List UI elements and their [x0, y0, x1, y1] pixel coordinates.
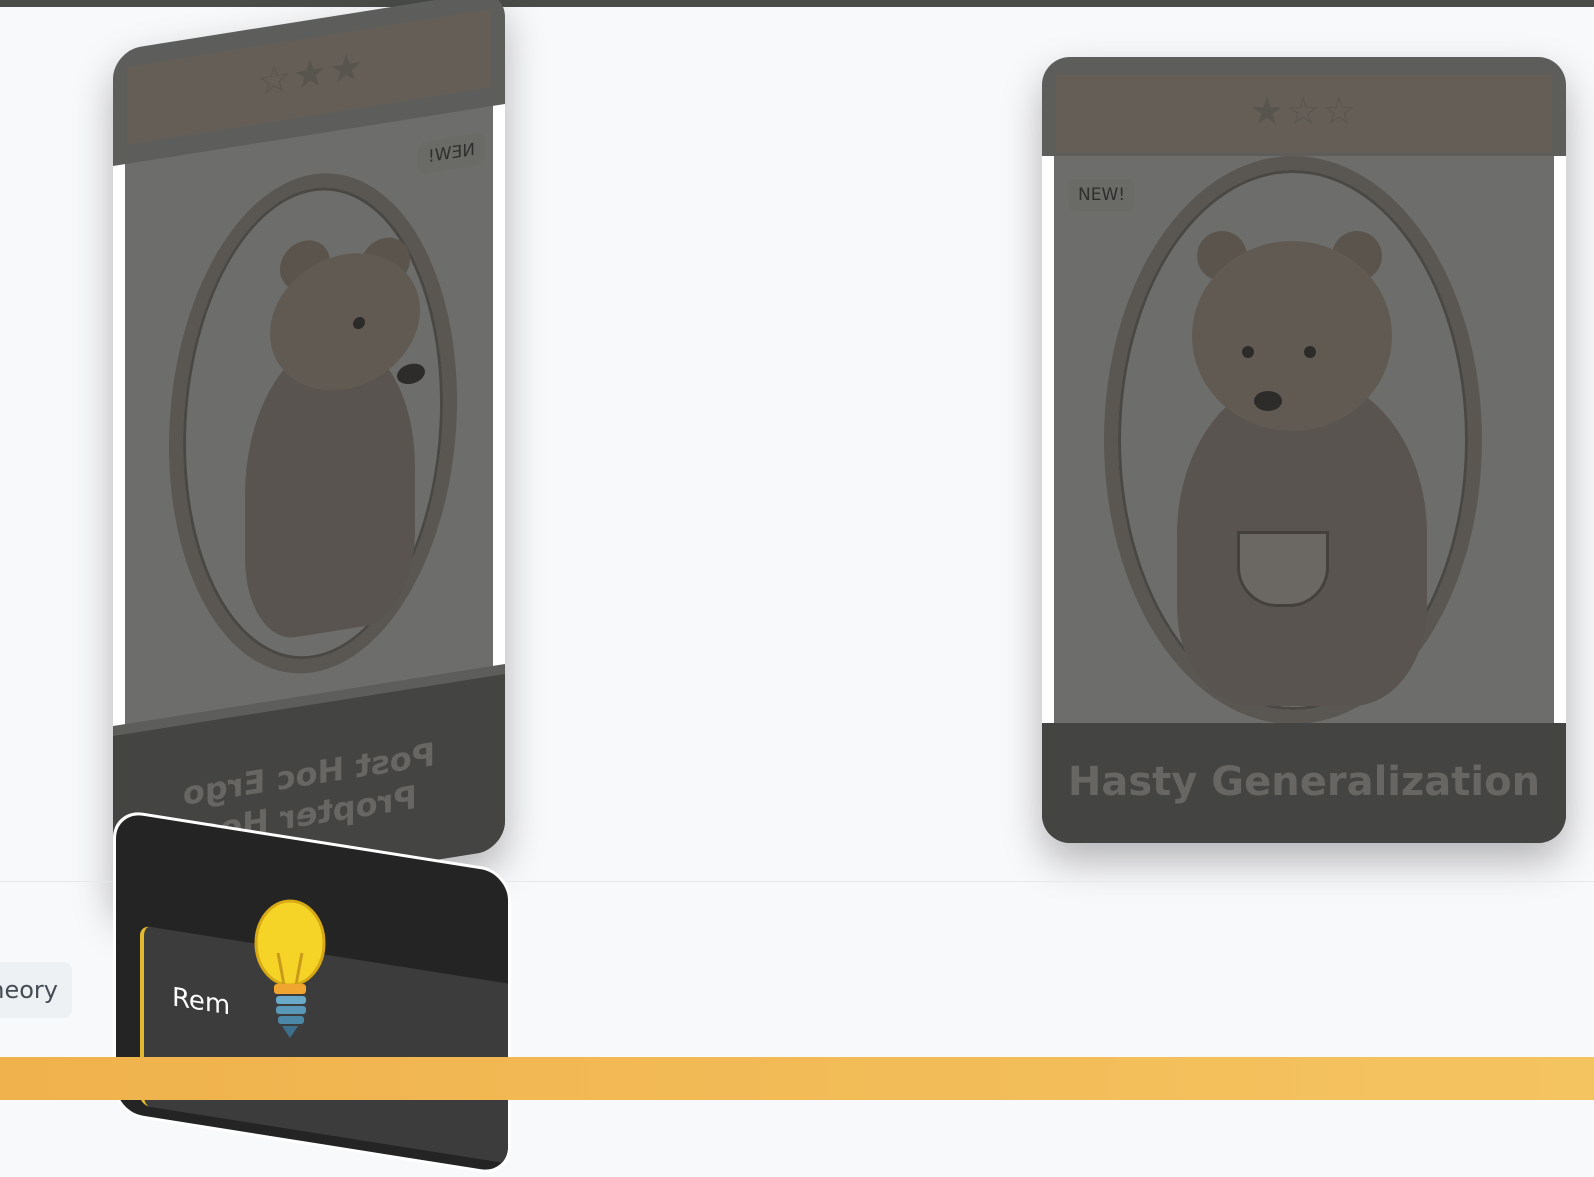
card-illustration — [1042, 156, 1566, 724]
top-bar — [0, 0, 1594, 7]
bear-head — [1192, 241, 1392, 431]
bear-eye — [1304, 346, 1316, 358]
fallacy-card-hasty-generalization[interactable]: ★☆☆ NEW! Hasty Generalization — [1042, 57, 1566, 843]
tip-text: Rem — [172, 982, 231, 1022]
card-edge — [493, 103, 505, 666]
card-footer: Hasty Generalization — [1042, 723, 1566, 843]
card-edge — [1042, 156, 1054, 724]
star-rating-icon: ★★☆ — [254, 43, 364, 105]
card-illustration — [113, 103, 505, 727]
lightbulb-icon — [254, 899, 326, 1038]
card-title: Hasty Generalization — [1067, 759, 1541, 805]
card-edge — [1554, 156, 1566, 724]
star-rating-icon: ★☆☆ — [1249, 89, 1359, 133]
new-badge: NEW! — [1068, 179, 1136, 211]
bottom-accent-bar — [0, 1057, 1594, 1100]
card-header: ★☆☆ — [1056, 75, 1552, 153]
category-chip[interactable]: heory — [0, 962, 72, 1018]
teacup — [1237, 531, 1329, 607]
bear-nose — [1254, 391, 1282, 411]
bear-eye — [1242, 346, 1254, 358]
fallacy-card-post-hoc[interactable]: ★★☆ NEW! Post Hoc Ergo Propter Hoc — [113, 0, 505, 912]
card-edge — [113, 164, 125, 727]
